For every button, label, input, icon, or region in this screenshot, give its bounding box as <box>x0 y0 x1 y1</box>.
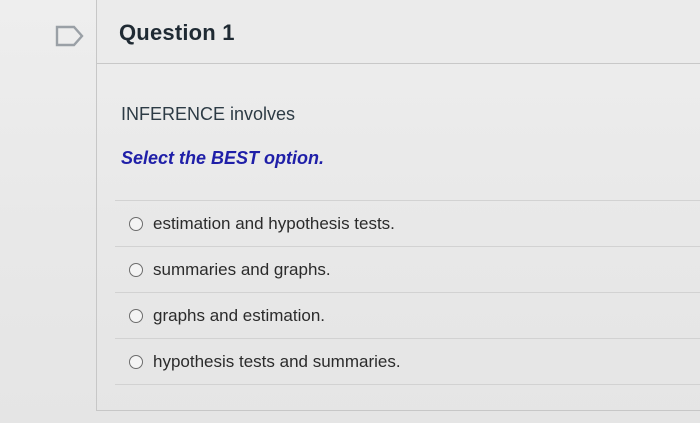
radio-button[interactable] <box>129 354 143 369</box>
radio-button[interactable] <box>129 262 143 277</box>
flag-icon[interactable] <box>55 25 85 47</box>
question-text: INFERENCE involves <box>121 104 296 124</box>
flag-column <box>0 0 96 423</box>
question-instruction: Select the BEST option. <box>121 148 325 168</box>
answer-option[interactable]: estimation and hypothesis tests. <box>115 201 700 247</box>
answer-label: summaries and graphs. <box>153 259 331 279</box>
answer-label: hypothesis tests and summaries. <box>153 351 401 371</box>
radio-button[interactable] <box>129 308 143 323</box>
question-card: Question 1 INFERENCE involves Select the… <box>96 0 700 411</box>
answer-label: graphs and estimation. <box>153 305 325 325</box>
answer-label: estimation and hypothesis tests. <box>153 213 395 233</box>
radio-button[interactable] <box>129 216 143 231</box>
answer-list: estimation and hypothesis tests. summari… <box>115 200 700 385</box>
quiz-page: Question 1 INFERENCE involves Select the… <box>0 0 700 423</box>
answer-option[interactable]: graphs and estimation. <box>115 293 700 339</box>
answer-option[interactable]: summaries and graphs. <box>115 247 700 293</box>
question-title: Question 1 <box>119 20 235 45</box>
answer-option[interactable]: hypothesis tests and summaries. <box>115 339 700 385</box>
question-header: Question 1 <box>97 0 700 64</box>
